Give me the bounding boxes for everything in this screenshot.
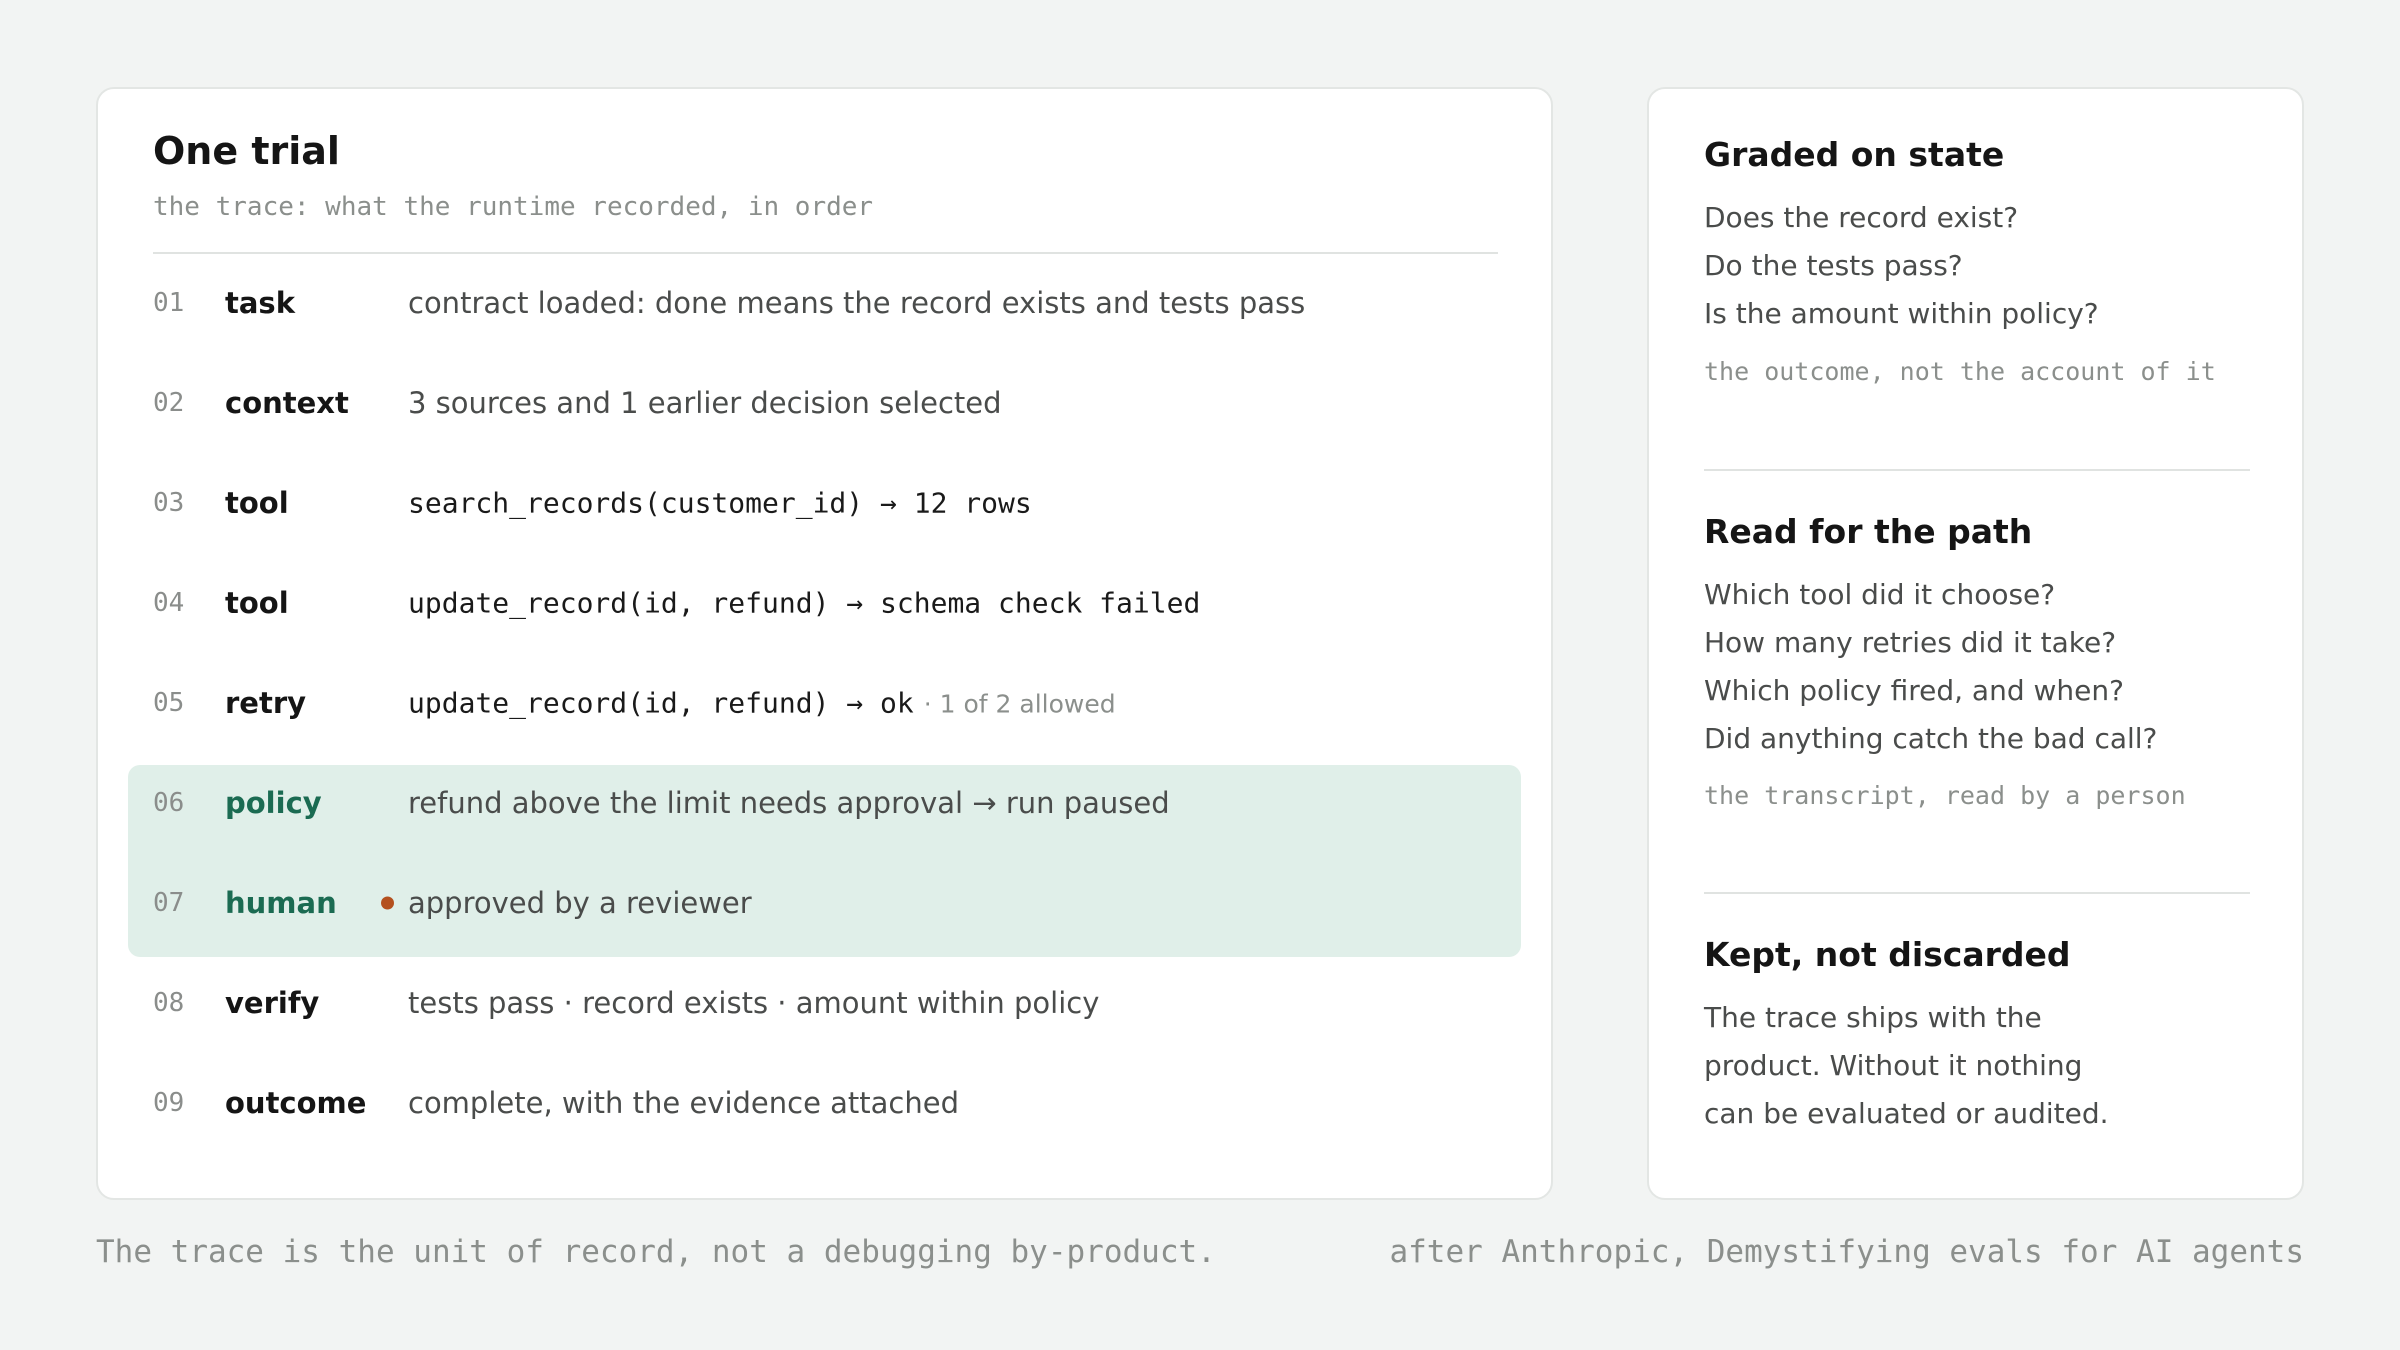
- trace-row-tool-update: 04 tool update_record(id, refund) → sche…: [98, 553, 1551, 653]
- trace-row-context: 02 context 3 sources and 1 earlier decis…: [98, 353, 1551, 453]
- trace-row-tool-search: 03 tool search_records(customer_id) → 12…: [98, 453, 1551, 553]
- step-number: 09: [153, 1088, 185, 1118]
- graded-question: Is the amount within policy?: [1704, 297, 2099, 330]
- retry-call: update_record(id, refund) → ok: [408, 686, 914, 720]
- step-description: refund above the limit needs approval → …: [408, 786, 1170, 820]
- path-question: Which tool did it choose?: [1704, 578, 2056, 611]
- graded-section-title: Graded on state: [1704, 135, 2005, 174]
- section-divider: [1704, 469, 2250, 471]
- step-label: context: [225, 386, 349, 420]
- step-description: 3 sources and 1 earlier decision selecte…: [408, 386, 1002, 420]
- step-number: 02: [153, 388, 185, 418]
- human-marker-dot: [381, 896, 394, 910]
- graded-question: Does the record exist?: [1704, 201, 2019, 234]
- step-number: 01: [153, 288, 185, 318]
- step-description: search_records(customer_id) → 12 rows: [408, 486, 1032, 520]
- trace-row-human: 07 human approved by a reviewer: [98, 853, 1551, 953]
- step-label: outcome: [225, 1086, 367, 1120]
- step-description: complete, with the evidence attached: [408, 1086, 959, 1120]
- step-description: update_record(id, refund) → schema check…: [408, 586, 1201, 620]
- step-label: tool: [225, 486, 289, 520]
- trace-row-policy: 06 policy refund above the limit needs a…: [98, 753, 1551, 853]
- trace-row-task: 01 task contract loaded: done means the …: [98, 253, 1551, 353]
- step-number: 05: [153, 688, 185, 718]
- trace-card: One trial the trace: what the runtime re…: [96, 87, 1553, 1200]
- trace-title: One trial: [153, 129, 340, 173]
- step-description: update_record(id, refund) → ok · 1 of 2 a…: [408, 687, 1116, 720]
- step-number: 03: [153, 488, 185, 518]
- footer-attribution: after Anthropic, Demystifying evals for …: [1389, 1234, 2304, 1270]
- step-number: 07: [153, 888, 185, 918]
- step-number: 06: [153, 788, 185, 818]
- path-section-title: Read for the path: [1704, 512, 2033, 551]
- kept-section-title: Kept, not discarded: [1704, 935, 2071, 974]
- step-label: task: [225, 286, 295, 320]
- graded-note: the outcome, not the account of it: [1704, 357, 2216, 386]
- path-question: How many retries did it take?: [1704, 626, 2117, 659]
- trace-subtitle: the trace: what the runtime recorded, in…: [153, 192, 874, 222]
- step-label: human: [225, 886, 337, 920]
- step-description: tests pass · record exists · amount with…: [408, 986, 1100, 1020]
- kept-text-line: product. Without it nothing: [1704, 1049, 2083, 1082]
- trace-row-retry: 05 retry update_record(id, refund) → ok ·…: [98, 653, 1551, 753]
- path-question: Which policy fired, and when?: [1704, 674, 2124, 707]
- kept-text-line: can be evaluated or audited.: [1704, 1097, 2109, 1130]
- retry-allowance-note: · 1 of 2 allowed: [923, 689, 1116, 719]
- step-label: retry: [225, 686, 307, 720]
- step-description: contract loaded: done means the record e…: [408, 286, 1306, 320]
- path-note: the transcript, read by a person: [1704, 781, 2186, 810]
- kept-text-line: The trace ships with the: [1704, 1001, 2042, 1034]
- step-label: verify: [225, 986, 320, 1020]
- notes-card: Graded on state Does the record exist? D…: [1647, 87, 2304, 1200]
- step-number: 08: [153, 988, 185, 1018]
- step-label: policy: [225, 786, 322, 820]
- path-question: Did anything catch the bad call?: [1704, 722, 2158, 755]
- step-description: approved by a reviewer: [408, 886, 752, 920]
- step-number: 04: [153, 588, 185, 618]
- graded-question: Do the tests pass?: [1704, 249, 1963, 282]
- footer-caption: The trace is the unit of record, not a d…: [96, 1234, 1216, 1270]
- trace-row-verify: 08 verify tests pass · record exists · a…: [98, 953, 1551, 1053]
- trace-row-outcome: 09 outcome complete, with the evidence a…: [98, 1053, 1551, 1153]
- step-label: tool: [225, 586, 289, 620]
- section-divider: [1704, 892, 2250, 894]
